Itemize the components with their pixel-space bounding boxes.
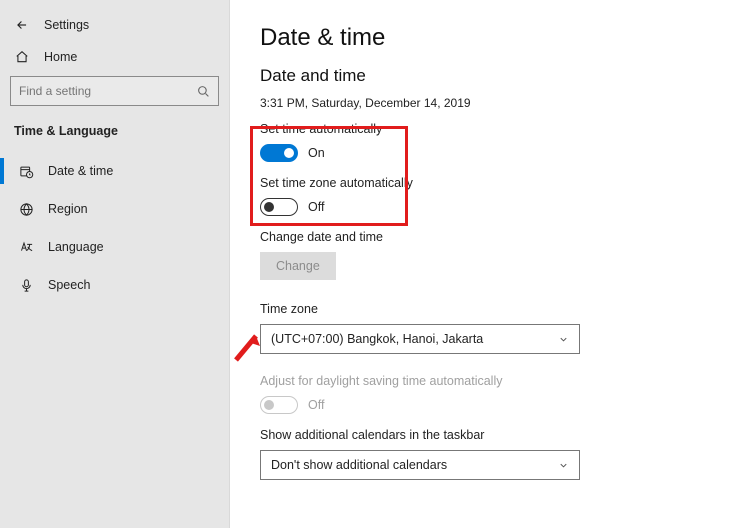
dst-toggle: [260, 396, 298, 414]
sidebar: Settings Home Time & Language Date & tim…: [0, 0, 230, 528]
change-datetime-label: Change date and time: [260, 230, 720, 244]
set-time-auto-value: On: [308, 146, 325, 160]
sidebar-home-label: Home: [44, 50, 77, 64]
sidebar-item-label: Date & time: [48, 164, 113, 178]
change-datetime-block: Change date and time Change: [260, 230, 720, 280]
sidebar-item-region[interactable]: Region: [0, 190, 229, 228]
sidebar-section-title: Time & Language: [0, 116, 229, 152]
additional-calendars-label: Show additional calendars in the taskbar: [260, 428, 720, 442]
globe-icon: [18, 202, 34, 217]
timezone-select[interactable]: (UTC+07:00) Bangkok, Hanoi, Jakarta: [260, 324, 580, 354]
search-icon: [197, 85, 210, 98]
current-datetime: 3:31 PM, Saturday, December 14, 2019: [260, 96, 720, 110]
microphone-icon: [18, 278, 34, 293]
set-tz-auto-toggle[interactable]: [260, 198, 298, 216]
chevron-down-icon: [558, 460, 569, 471]
search-container: [0, 74, 229, 116]
timezone-value: (UTC+07:00) Bangkok, Hanoi, Jakarta: [271, 332, 483, 346]
set-time-auto-block: Set time automatically On: [260, 122, 720, 162]
additional-calendars-block: Show additional calendars in the taskbar…: [260, 428, 720, 480]
search-input[interactable]: [19, 84, 197, 98]
timezone-label: Time zone: [260, 302, 720, 316]
sidebar-item-label: Region: [48, 202, 88, 216]
dst-value: Off: [308, 398, 324, 412]
additional-calendars-select[interactable]: Don't show additional calendars: [260, 450, 580, 480]
main-content: Date & time Date and time 3:31 PM, Satur…: [230, 0, 750, 528]
window-title: Settings: [44, 18, 89, 32]
additional-calendars-value: Don't show additional calendars: [271, 458, 447, 472]
chevron-down-icon: [558, 334, 569, 345]
sidebar-item-home[interactable]: Home: [0, 40, 229, 74]
page-subtitle: Date and time: [260, 66, 720, 86]
set-time-auto-toggle[interactable]: [260, 144, 298, 162]
sidebar-item-label: Speech: [48, 278, 90, 292]
set-tz-auto-value: Off: [308, 200, 324, 214]
change-button: Change: [260, 252, 336, 280]
set-tz-auto-block: Set time zone automatically Off: [260, 176, 720, 216]
sidebar-item-label: Language: [48, 240, 104, 254]
arrow-left-icon: [14, 18, 30, 32]
calendar-clock-icon: [18, 164, 34, 179]
page-title: Date & time: [260, 24, 720, 52]
timezone-block: Time zone (UTC+07:00) Bangkok, Hanoi, Ja…: [260, 302, 720, 354]
sidebar-item-date-time[interactable]: Date & time: [0, 152, 229, 190]
home-icon: [14, 50, 30, 64]
sidebar-item-speech[interactable]: Speech: [0, 266, 229, 304]
dst-label: Adjust for daylight saving time automati…: [260, 374, 720, 388]
set-time-auto-label: Set time automatically: [260, 122, 720, 136]
search-input-wrapper[interactable]: [10, 76, 219, 106]
language-icon: [18, 240, 34, 255]
dst-block: Adjust for daylight saving time automati…: [260, 374, 720, 414]
back-button[interactable]: Settings: [0, 10, 229, 40]
sidebar-item-language[interactable]: Language: [0, 228, 229, 266]
set-tz-auto-label: Set time zone automatically: [260, 176, 720, 190]
